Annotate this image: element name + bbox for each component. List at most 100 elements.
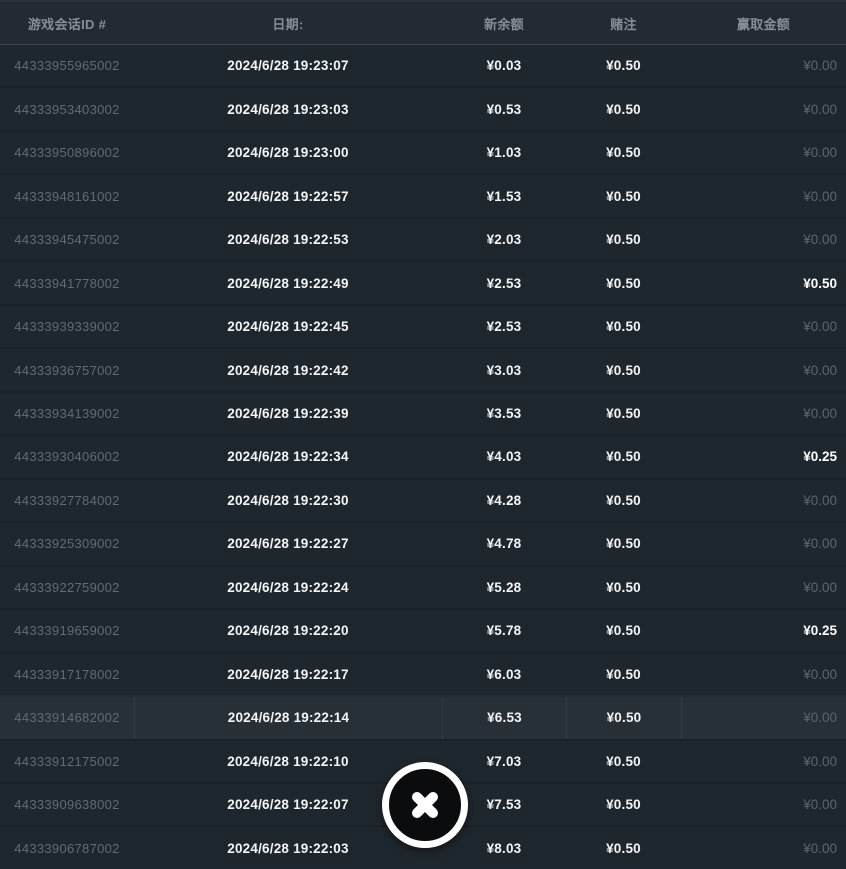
table-row: 44333953403002 2024/6/28 19:23:03 ¥0.53 …: [0, 86, 846, 129]
win-amount-cell: ¥0.00: [681, 306, 846, 347]
bet-cell: ¥0.50: [566, 697, 681, 738]
balance-cell: ¥6.03: [442, 654, 566, 695]
win-amount-cell: ¥0.00: [681, 393, 846, 434]
win-amount-cell: ¥0.25: [681, 436, 846, 477]
bet-cell: ¥0.50: [566, 480, 681, 521]
session-id-cell: 44333955965002: [0, 45, 134, 86]
win-amount-cell: ¥0.25: [681, 610, 846, 651]
date-cell: 2024/6/28 19:22:53: [134, 219, 442, 260]
table-body: 44333955965002 2024/6/28 19:23:07 ¥0.03 …: [0, 45, 846, 869]
close-button[interactable]: [382, 762, 468, 848]
close-icon: [405, 785, 445, 825]
bet-cell: ¥0.50: [566, 88, 681, 129]
balance-cell: ¥5.78: [442, 610, 566, 651]
table-row: 44333930406002 2024/6/28 19:22:34 ¥4.03 …: [0, 434, 846, 477]
game-session-history-table: 游戏会话ID #日期:新余额赌注赢取金额 44333955965002 2024…: [0, 0, 846, 869]
table-row: 44333939339002 2024/6/28 19:22:45 ¥2.53 …: [0, 304, 846, 347]
win-amount-cell: ¥0.00: [681, 654, 846, 695]
bet-cell: ¥0.50: [566, 436, 681, 477]
bet-cell: ¥0.50: [566, 175, 681, 216]
table-row: 44333950896002 2024/6/28 19:23:00 ¥1.03 …: [0, 130, 846, 173]
date-cell: 2024/6/28 19:22:24: [134, 567, 442, 608]
bet-cell: ¥0.50: [566, 45, 681, 86]
table-row: 44333936757002 2024/6/28 19:22:42 ¥3.03 …: [0, 347, 846, 390]
session-id-cell: 44333948161002: [0, 175, 134, 216]
session-id-cell: 44333909638002: [0, 784, 134, 825]
date-cell: 2024/6/28 19:22:27: [134, 523, 442, 564]
session-id-cell: 44333936757002: [0, 349, 134, 390]
session-id-cell: 44333912175002: [0, 741, 134, 782]
balance-cell: ¥0.03: [442, 45, 566, 86]
bet-cell: ¥0.50: [566, 132, 681, 173]
date-cell: 2024/6/28 19:22:42: [134, 349, 442, 390]
win-amount-cell: ¥0.00: [681, 175, 846, 216]
session-id-cell: 44333939339002: [0, 306, 134, 347]
table-row: 44333927784002 2024/6/28 19:22:30 ¥4.28 …: [0, 478, 846, 521]
win-amount-cell: ¥0.00: [681, 697, 846, 738]
table-row: 44333922759002 2024/6/28 19:22:24 ¥5.28 …: [0, 565, 846, 608]
win-amount-cell: ¥0.00: [681, 45, 846, 86]
date-cell: 2024/6/28 19:22:57: [134, 175, 442, 216]
balance-cell: ¥4.03: [442, 436, 566, 477]
session-id-cell: 44333925309002: [0, 523, 134, 564]
bet-cell: ¥0.50: [566, 610, 681, 651]
session-id-cell: 44333945475002: [0, 219, 134, 260]
win-amount-cell: ¥0.00: [681, 132, 846, 173]
column-header-bet: 赌注: [566, 2, 681, 44]
column-header-balance: 新余额: [442, 2, 566, 44]
session-id-cell: 44333953403002: [0, 88, 134, 129]
bet-cell: ¥0.50: [566, 219, 681, 260]
table-row: 44333955965002 2024/6/28 19:23:07 ¥0.03 …: [0, 45, 846, 86]
win-amount-cell: ¥0.00: [681, 523, 846, 564]
bet-cell: ¥0.50: [566, 393, 681, 434]
balance-cell: ¥0.53: [442, 88, 566, 129]
win-amount-cell: ¥0.00: [681, 741, 846, 782]
table-row: 44333925309002 2024/6/28 19:22:27 ¥4.78 …: [0, 521, 846, 564]
date-cell: 2024/6/28 19:23:00: [134, 132, 442, 173]
date-cell: 2024/6/28 19:22:39: [134, 393, 442, 434]
win-amount-cell: ¥0.00: [681, 827, 846, 868]
date-cell: 2024/6/28 19:22:30: [134, 480, 442, 521]
win-amount-cell: ¥0.00: [681, 784, 846, 825]
bet-cell: ¥0.50: [566, 523, 681, 564]
session-id-cell: 44333914682002: [0, 697, 134, 738]
session-id-cell: 44333917178002: [0, 654, 134, 695]
session-id-cell: 44333922759002: [0, 567, 134, 608]
bet-cell: ¥0.50: [566, 654, 681, 695]
win-amount-cell: ¥0.00: [681, 219, 846, 260]
column-header-date: 日期:: [134, 2, 442, 44]
balance-cell: ¥1.03: [442, 132, 566, 173]
session-id-cell: 44333930406002: [0, 436, 134, 477]
balance-cell: ¥3.03: [442, 349, 566, 390]
table-header-row: 游戏会话ID #日期:新余额赌注赢取金额: [0, 0, 846, 45]
balance-cell: ¥4.28: [442, 480, 566, 521]
win-amount-cell: ¥0.00: [681, 349, 846, 390]
table-row: 44333948161002 2024/6/28 19:22:57 ¥1.53 …: [0, 173, 846, 216]
table-row: 44333941778002 2024/6/28 19:22:49 ¥2.53 …: [0, 260, 846, 303]
bet-cell: ¥0.50: [566, 262, 681, 303]
win-amount-cell: ¥0.00: [681, 480, 846, 521]
session-id-cell: 44333941778002: [0, 262, 134, 303]
session-id-cell: 44333934139002: [0, 393, 134, 434]
table-row: 44333919659002 2024/6/28 19:22:20 ¥5.78 …: [0, 608, 846, 651]
balance-cell: ¥2.03: [442, 219, 566, 260]
session-id-cell: 44333919659002: [0, 610, 134, 651]
date-cell: 2024/6/28 19:22:17: [134, 654, 442, 695]
bet-cell: ¥0.50: [566, 306, 681, 347]
table-row: 44333914682002 2024/6/28 19:22:14 ¥6.53 …: [0, 695, 846, 738]
session-id-cell: 44333906787002: [0, 827, 134, 868]
win-amount-cell: ¥0.00: [681, 88, 846, 129]
balance-cell: ¥5.28: [442, 567, 566, 608]
session-id-cell: 44333950896002: [0, 132, 134, 173]
bet-cell: ¥0.50: [566, 567, 681, 608]
balance-cell: ¥6.53: [442, 697, 566, 738]
win-amount-cell: ¥0.00: [681, 567, 846, 608]
date-cell: 2024/6/28 19:22:34: [134, 436, 442, 477]
balance-cell: ¥8.03: [442, 827, 566, 868]
bet-cell: ¥0.50: [566, 741, 681, 782]
balance-cell: ¥2.53: [442, 262, 566, 303]
balance-cell: ¥3.53: [442, 393, 566, 434]
balance-cell: ¥2.53: [442, 306, 566, 347]
bet-cell: ¥0.50: [566, 784, 681, 825]
date-cell: 2024/6/28 19:23:07: [134, 45, 442, 86]
